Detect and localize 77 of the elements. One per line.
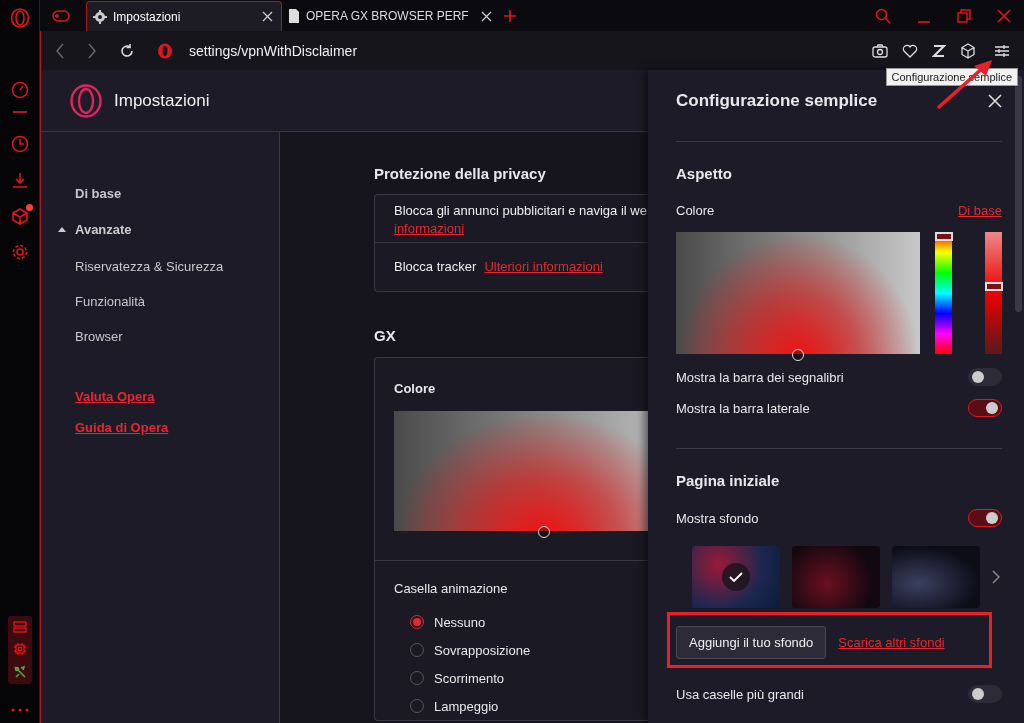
wallpaper-thumbnail[interactable]	[892, 546, 980, 608]
opera-logo-icon	[157, 42, 173, 59]
chevron-right-icon[interactable]	[992, 570, 1000, 584]
scrollbar[interactable]	[1015, 76, 1022, 312]
hue-slider[interactable]	[935, 232, 953, 354]
add-background-button[interactable]: Aggiungi il tuo sfondo	[676, 626, 827, 659]
cube-icon[interactable]	[10, 206, 29, 225]
setting-label: Usa caselle più grandi	[676, 686, 804, 702]
nav-link[interactable]: Guida di Opera	[75, 420, 169, 435]
color-label: Colore	[676, 203, 715, 218]
tab-title: Impostazioni	[113, 9, 182, 24]
new-tab-icon[interactable]	[503, 9, 516, 22]
setting-label: Blocca gli annunci pubblicitari e naviga il we	[394, 203, 647, 218]
nav-item[interactable]: Funzionalità	[75, 294, 146, 309]
wallpaper-thumbnail[interactable]	[792, 546, 880, 608]
opera-logo-icon	[70, 83, 102, 118]
browser-tab[interactable]: OPERA GX BROWSER PERF	[282, 1, 500, 31]
setting-label: Mostra sfondo	[676, 510, 759, 526]
nav-item[interactable]: Di base	[75, 186, 122, 201]
back-icon[interactable]	[55, 42, 65, 59]
setting-label: Mostra la barra dei segnalibri	[676, 369, 844, 385]
radio-label: Nessuno	[434, 614, 486, 630]
toggle-switch[interactable]	[968, 509, 1002, 527]
opera-logo-icon[interactable]	[9, 8, 30, 28]
gauge-icon[interactable]	[10, 81, 29, 99]
browser-tab[interactable]: Impostazioni	[86, 1, 282, 31]
slider-thumb[interactable]	[985, 281, 1004, 291]
page-title: Impostazioni	[114, 90, 210, 111]
shade-slider[interactable]	[985, 232, 1002, 354]
download-icon[interactable]	[10, 170, 29, 189]
camera-icon[interactable]	[872, 43, 888, 58]
restore-icon[interactable]	[957, 8, 971, 23]
link[interactable]: Scarica altri sfondi	[838, 635, 945, 650]
color-picker[interactable]	[394, 411, 648, 538]
section-title: GX	[374, 327, 397, 344]
picker-handle[interactable]	[538, 526, 550, 538]
more-icon[interactable]	[10, 708, 29, 712]
radio-label: Scorrimento	[434, 670, 505, 686]
toggle-switch[interactable]	[968, 368, 1002, 386]
section-title: Pagina iniziale	[676, 472, 781, 489]
setting-label: Blocca tracker	[394, 259, 477, 274]
hardware-monitor-panel[interactable]	[7, 616, 32, 684]
checkmark-icon	[722, 563, 750, 591]
nav-item[interactable]: Browser	[75, 329, 123, 344]
nav-link[interactable]: Valuta Opera	[75, 389, 155, 404]
slider-thumb[interactable]	[935, 232, 954, 241]
radio-label: Lampeggio	[434, 698, 499, 714]
section-title: Aspetto	[676, 165, 733, 182]
picker-handle[interactable]	[792, 349, 805, 361]
nav-section[interactable]: Avanzate	[58, 222, 132, 237]
panel-title: Configurazione semplice	[676, 91, 878, 111]
radio-label: Sovrapposizione	[434, 642, 531, 658]
setting-label: Mostra la barra laterale	[676, 400, 810, 416]
address-field[interactable]: settings/vpnWithDisclaimer	[189, 42, 358, 59]
search-icon[interactable]	[875, 7, 891, 24]
heart-icon[interactable]	[902, 43, 918, 58]
tab-title: OPERA GX BROWSER PERF	[306, 9, 469, 23]
link[interactable]: Ulteriori informazioni	[484, 259, 603, 274]
color-label: Colore	[394, 381, 437, 396]
toggle-switch[interactable]	[968, 685, 1002, 703]
wallpaper-thumbnail[interactable]	[692, 546, 780, 608]
sliders-icon[interactable]	[994, 43, 1010, 58]
section-title: Protezione della privacy	[374, 165, 547, 182]
reset-link[interactable]: Di base	[957, 203, 1002, 218]
nav-item[interactable]: Riservatezza & Sicurezza	[75, 259, 224, 274]
letter-z-icon[interactable]	[932, 43, 946, 58]
chip-icon[interactable]	[12, 642, 27, 656]
gamepad-icon[interactable]	[52, 9, 70, 22]
memory-icon[interactable]	[12, 620, 27, 633]
document-icon	[288, 9, 300, 23]
reload-icon[interactable]	[119, 42, 135, 59]
toggle-switch[interactable]	[968, 399, 1002, 417]
color-picker[interactable]	[676, 232, 921, 361]
forward-icon[interactable]	[87, 42, 97, 59]
clock-icon[interactable]	[10, 134, 29, 153]
link[interactable]: informazioni	[394, 221, 465, 236]
group-label: Casella animazione	[394, 581, 509, 596]
